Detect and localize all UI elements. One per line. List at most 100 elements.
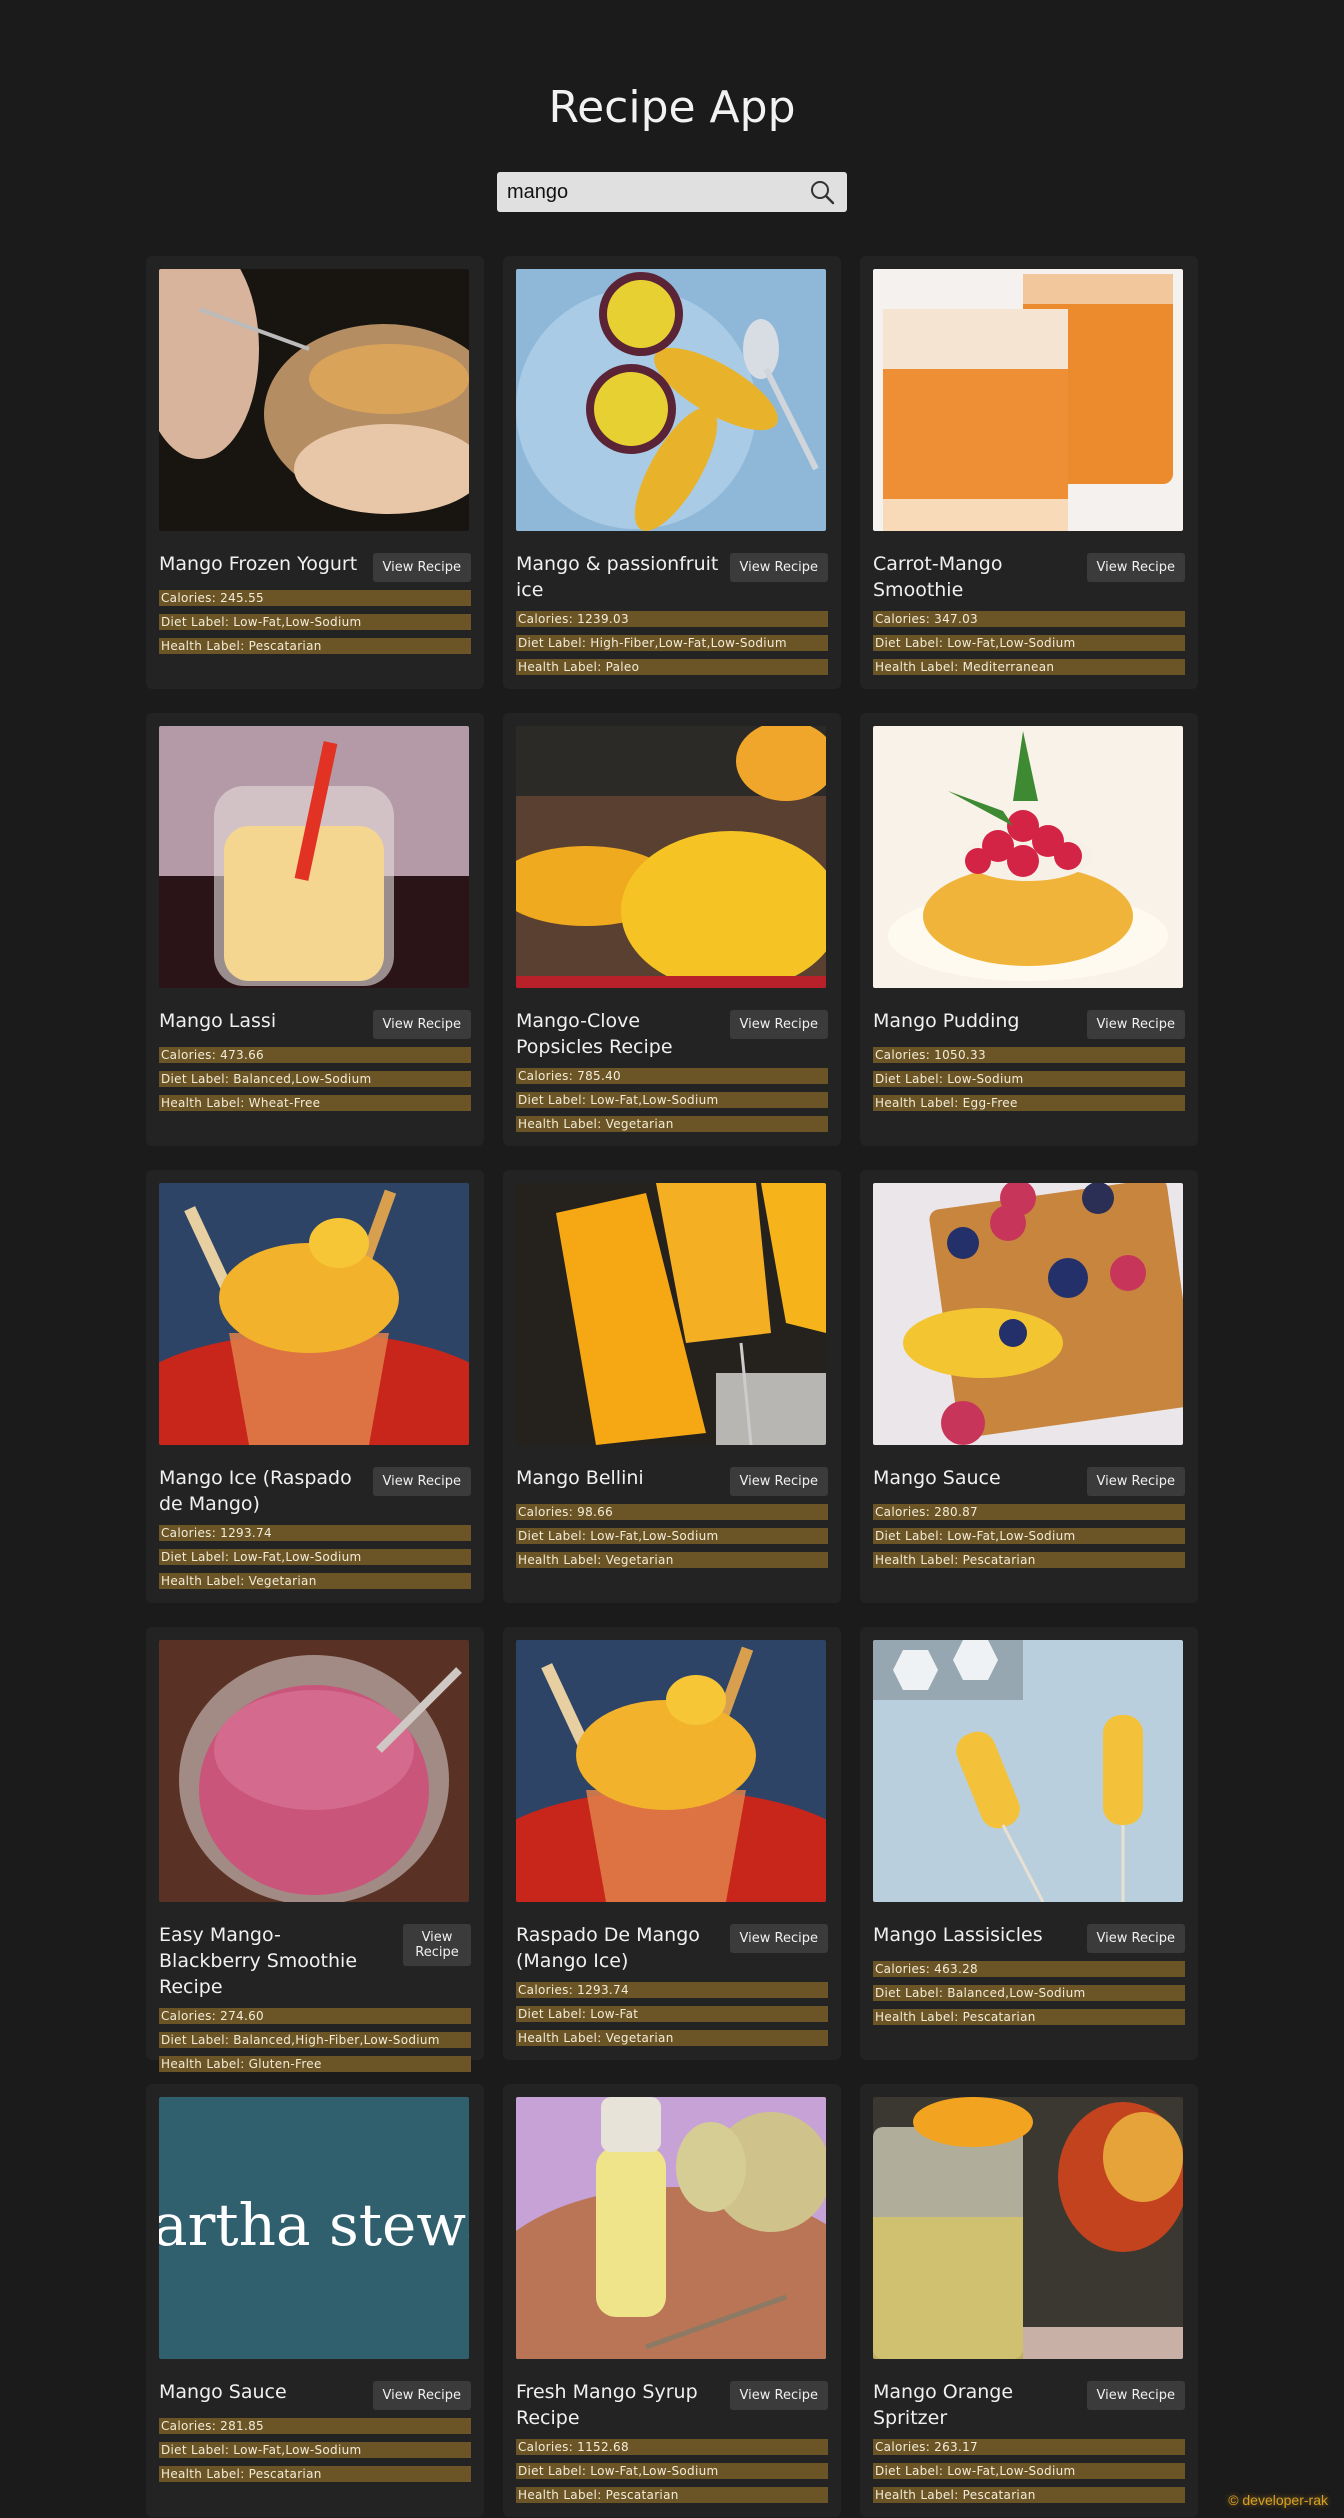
page-title: Recipe App (548, 82, 796, 133)
health-label: Health Label: Pescatarian (159, 2466, 471, 2482)
recipe-image[interactable] (873, 726, 1183, 988)
calories-label: Calories: 1050.33 (873, 1047, 1185, 1063)
search-icon[interactable] (809, 179, 835, 205)
recipe-image[interactable] (873, 1183, 1183, 1445)
health-label: Health Label: Mediterranean (873, 659, 1185, 675)
view-recipe-button[interactable]: View Recipe (729, 1467, 828, 1496)
view-recipe-button[interactable]: View Recipe (729, 1010, 828, 1039)
health-label: Health Label: Vegetarian (516, 1552, 828, 1568)
health-label: Health Label: Pescatarian (516, 2487, 828, 2503)
calories-label: Calories: 1293.74 (516, 1982, 828, 1998)
recipe-image[interactable] (159, 1183, 469, 1445)
recipe-image[interactable] (516, 269, 826, 531)
recipe-image[interactable] (159, 1640, 469, 1902)
recipe-card: Mango Lassi View Recipe Calories: 473.66… (146, 713, 484, 1146)
recipe-card: Mango Pudding View Recipe Calories: 1050… (860, 713, 1198, 1146)
health-label: Health Label: Vegetarian (159, 1573, 471, 1589)
calories-label: Calories: 463.28 (873, 1961, 1185, 1977)
health-label: Health Label: Pescatarian (159, 638, 471, 654)
diet-label: Diet Label: Low-Fat,Low-Sodium (873, 1528, 1185, 1544)
calories-label: Calories: 263.17 (873, 2439, 1185, 2455)
calories-label: Calories: 1293.74 (159, 1525, 471, 1541)
view-recipe-button[interactable]: View Recipe (1086, 553, 1185, 582)
recipe-title: Mango Bellini (516, 1467, 644, 1489)
recipe-card: artha stewa Mango Sauce View Recipe Calo… (146, 2084, 484, 2517)
diet-label: Diet Label: Low-Fat,Low-Sodium (516, 1528, 828, 1544)
calories-label: Calories: 347.03 (873, 611, 1185, 627)
diet-label: Diet Label: Low-Fat,Low-Sodium (516, 2463, 828, 2479)
calories-label: Calories: 785.40 (516, 1068, 828, 1084)
recipe-title: Mango Sauce (159, 2381, 287, 2403)
recipe-title: Mango Orange Spritzer (873, 2381, 1014, 2429)
recipe-card: Fresh Mango Syrup Recipe View Recipe Cal… (503, 2084, 841, 2517)
recipe-card: Mango Orange Spritzer View Recipe Calori… (860, 2084, 1198, 2517)
recipe-grid: Mango Frozen Yogurt View Recipe Calories… (146, 256, 1198, 2517)
calories-label: Calories: 280.87 (873, 1504, 1185, 1520)
diet-label: Diet Label: Low-Fat,Low-Sodium (516, 1092, 828, 1108)
view-recipe-button[interactable]: View Recipe (729, 1924, 828, 1953)
view-recipe-button[interactable]: View Recipe (403, 1924, 471, 1966)
recipe-image[interactable] (159, 269, 469, 531)
view-recipe-button[interactable]: View Recipe (372, 553, 471, 582)
recipe-title: Fresh Mango Syrup Recipe (516, 2381, 698, 2429)
diet-label: Diet Label: High-Fiber,Low-Fat,Low-Sodiu… (516, 635, 828, 651)
recipe-image[interactable]: artha stewa (159, 2097, 469, 2359)
recipe-card: Mango & passionfruit ice View Recipe Cal… (503, 256, 841, 689)
recipe-image[interactable] (516, 726, 826, 988)
recipe-title: Mango & passionfruit ice (516, 553, 719, 601)
recipe-card: Mango-Clove Popsicles Recipe View Recipe… (503, 713, 841, 1146)
view-recipe-button[interactable]: View Recipe (1086, 1467, 1185, 1496)
calories-label: Calories: 281.85 (159, 2418, 471, 2434)
recipe-card: Raspado De Mango (Mango Ice) View Recipe… (503, 1627, 841, 2060)
health-label: Health Label: Egg-Free (873, 1095, 1185, 1111)
recipe-image[interactable] (159, 726, 469, 988)
diet-label: Diet Label: Low-Sodium (873, 1071, 1185, 1087)
recipe-image[interactable] (516, 1640, 826, 1902)
view-recipe-button[interactable]: View Recipe (1086, 1010, 1185, 1039)
recipe-card: Carrot-Mango Smoothie View Recipe Calori… (860, 256, 1198, 689)
recipe-image[interactable] (873, 269, 1183, 531)
recipe-title: Mango Frozen Yogurt (159, 553, 358, 575)
view-recipe-button[interactable]: View Recipe (372, 2381, 471, 2410)
diet-label: Diet Label: Balanced,High-Fiber,Low-Sodi… (159, 2032, 471, 2048)
health-label: Health Label: Pescatarian (873, 2487, 1185, 2503)
recipe-title: Mango Sauce (873, 1467, 1001, 1489)
view-recipe-button[interactable]: View Recipe (372, 1010, 471, 1039)
recipe-card: Mango Lassisicles View Recipe Calories: … (860, 1627, 1198, 2060)
recipe-image[interactable] (873, 2097, 1183, 2359)
recipe-title: Raspado De Mango (Mango Ice) (516, 1924, 700, 1972)
calories-label: Calories: 274.60 (159, 2008, 471, 2024)
diet-label: Diet Label: Low-Fat,Low-Sodium (159, 2442, 471, 2458)
recipe-title: Mango Pudding (873, 1010, 1020, 1032)
view-recipe-button[interactable]: View Recipe (729, 2381, 828, 2410)
health-label: Health Label: Pescatarian (873, 1552, 1185, 1568)
recipe-image[interactable] (873, 1640, 1183, 1902)
recipe-title: Easy Mango-Blackberry Smoothie Recipe (159, 1924, 358, 1998)
diet-label: Diet Label: Low-Fat,Low-Sodium (159, 1549, 471, 1565)
health-label: Health Label: Vegetarian (516, 2030, 828, 2046)
recipe-title: Mango Ice (Raspado de Mango) (159, 1467, 352, 1515)
calories-label: Calories: 98.66 (516, 1504, 828, 1520)
diet-label: Diet Label: Low-Fat,Low-Sodium (873, 2463, 1185, 2479)
health-label: Health Label: Paleo (516, 659, 828, 675)
view-recipe-button[interactable]: View Recipe (372, 1467, 471, 1496)
view-recipe-button[interactable]: View Recipe (1086, 1924, 1185, 1953)
view-recipe-button[interactable]: View Recipe (1086, 2381, 1185, 2410)
health-label: Health Label: Gluten-Free (159, 2056, 471, 2072)
health-label: Health Label: Wheat-Free (159, 1095, 471, 1111)
recipe-card: Mango Sauce View Recipe Calories: 280.87… (860, 1170, 1198, 1603)
recipe-image[interactable] (516, 1183, 826, 1445)
recipe-card: Mango Ice (Raspado de Mango) View Recipe… (146, 1170, 484, 1603)
recipe-title: Mango-Clove Popsicles Recipe (516, 1010, 673, 1058)
diet-label: Diet Label: Balanced,Low-Sodium (873, 1985, 1185, 2001)
view-recipe-button[interactable]: View Recipe (729, 553, 828, 582)
diet-label: Diet Label: Low-Fat,Low-Sodium (873, 635, 1185, 651)
recipe-image[interactable] (516, 2097, 826, 2359)
developer-credit[interactable]: © developer-rak (1228, 2492, 1328, 2508)
diet-label: Diet Label: Balanced,Low-Sodium (159, 1071, 471, 1087)
search-input[interactable] (497, 172, 797, 212)
recipe-card: Easy Mango-Blackberry Smoothie Recipe Vi… (146, 1627, 484, 2072)
health-label: Health Label: Pescatarian (873, 2009, 1185, 2025)
recipe-card: Mango Bellini View Recipe Calories: 98.6… (503, 1170, 841, 1603)
diet-label: Diet Label: Low-Fat (516, 2006, 828, 2022)
